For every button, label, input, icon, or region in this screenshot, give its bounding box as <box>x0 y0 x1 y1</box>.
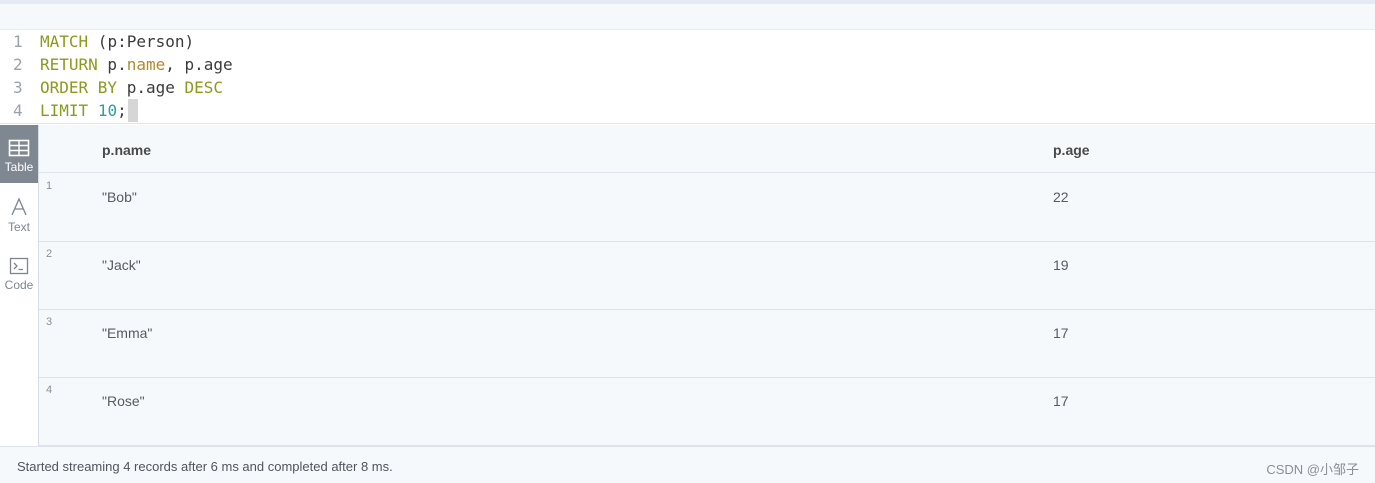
line-code: ORDER BY p.age DESC <box>40 78 223 97</box>
cell-age: 22 <box>1053 189 1069 205</box>
code-line-3: 3 ORDER BY p.age DESC <box>0 76 223 99</box>
top-strip <box>0 0 1375 30</box>
cell-age: 19 <box>1053 257 1069 273</box>
result-view-sidebar: Table Text Code <box>0 125 39 446</box>
cell-name: "Jack" <box>102 257 141 273</box>
code-token: , p.age <box>165 55 233 74</box>
code-view-button[interactable]: Code <box>0 243 38 301</box>
table-row: 2 "Jack" 19 <box>39 242 1375 310</box>
line-code: RETURN p. name, p.age <box>40 55 233 74</box>
status-bar: Started streaming 4 records after 6 ms a… <box>0 446 1375 483</box>
table-view-button[interactable]: Table <box>0 125 38 183</box>
code-token: DESC <box>184 78 224 97</box>
line-code: MATCH (p:Person) <box>40 32 194 51</box>
status-message: Started streaming 4 records after 6 ms a… <box>17 459 393 474</box>
query-editor[interactable]: 1 MATCH (p:Person) 2 RETURN p. name, p.ag… <box>0 30 1375 124</box>
row-index: 3 <box>46 316 53 328</box>
cell-age: 17 <box>1053 393 1069 409</box>
table-icon <box>8 139 30 157</box>
table-row: 1 "Bob" 22 <box>39 174 1375 242</box>
line-number: 1 <box>13 32 23 51</box>
code-line-2: 2 RETURN p. name, p.age <box>0 53 233 76</box>
code-line-4: 4 LIMIT 10; <box>0 99 138 122</box>
row-index: 4 <box>46 384 53 396</box>
table-header: p.name p.age <box>39 125 1375 173</box>
table-view-label: Table <box>4 160 34 174</box>
column-header-age: p.age <box>1053 142 1090 158</box>
text-view-label: Text <box>7 220 30 234</box>
line-number: 3 <box>13 78 23 97</box>
cell-name: "Emma" <box>102 325 153 341</box>
cell-age: 17 <box>1053 325 1069 341</box>
code-token: (p:Person) <box>88 32 195 51</box>
results-table: p.name p.age 1 "Bob" 22 2 "Jack" 19 3 "E… <box>39 125 1375 446</box>
watermark: CSDN @小邹子 <box>1266 462 1359 477</box>
text-cursor <box>127 99 138 122</box>
code-token: 10 <box>97 101 118 120</box>
row-index: 1 <box>46 180 53 192</box>
table-row: 4 "Rose" 17 <box>39 378 1375 446</box>
text-icon <box>11 197 27 216</box>
line-number: 4 <box>13 101 23 120</box>
code-token: p.age <box>117 78 185 97</box>
cell-name: "Bob" <box>102 189 137 205</box>
code-token: MATCH <box>40 32 89 51</box>
code-token: name <box>126 55 166 74</box>
code-token: RETURN <box>40 55 98 74</box>
code-token: ; <box>117 101 127 120</box>
cell-name: "Rose" <box>102 393 145 409</box>
column-header-name: p.name <box>102 142 152 158</box>
line-number: 2 <box>13 55 23 74</box>
code-terminal-icon <box>9 257 29 275</box>
code-token: p. <box>97 55 127 74</box>
code-token: ORDER BY <box>40 78 118 97</box>
code-view-label: Code <box>4 278 34 292</box>
text-view-button[interactable]: Text <box>0 183 38 241</box>
code-token: LIMIT <box>40 101 89 120</box>
line-code: LIMIT 10; <box>40 101 127 120</box>
table-row: 3 "Emma" 17 <box>39 310 1375 378</box>
code-line-1: 1 MATCH (p:Person) <box>0 30 194 53</box>
row-index: 2 <box>46 248 53 260</box>
